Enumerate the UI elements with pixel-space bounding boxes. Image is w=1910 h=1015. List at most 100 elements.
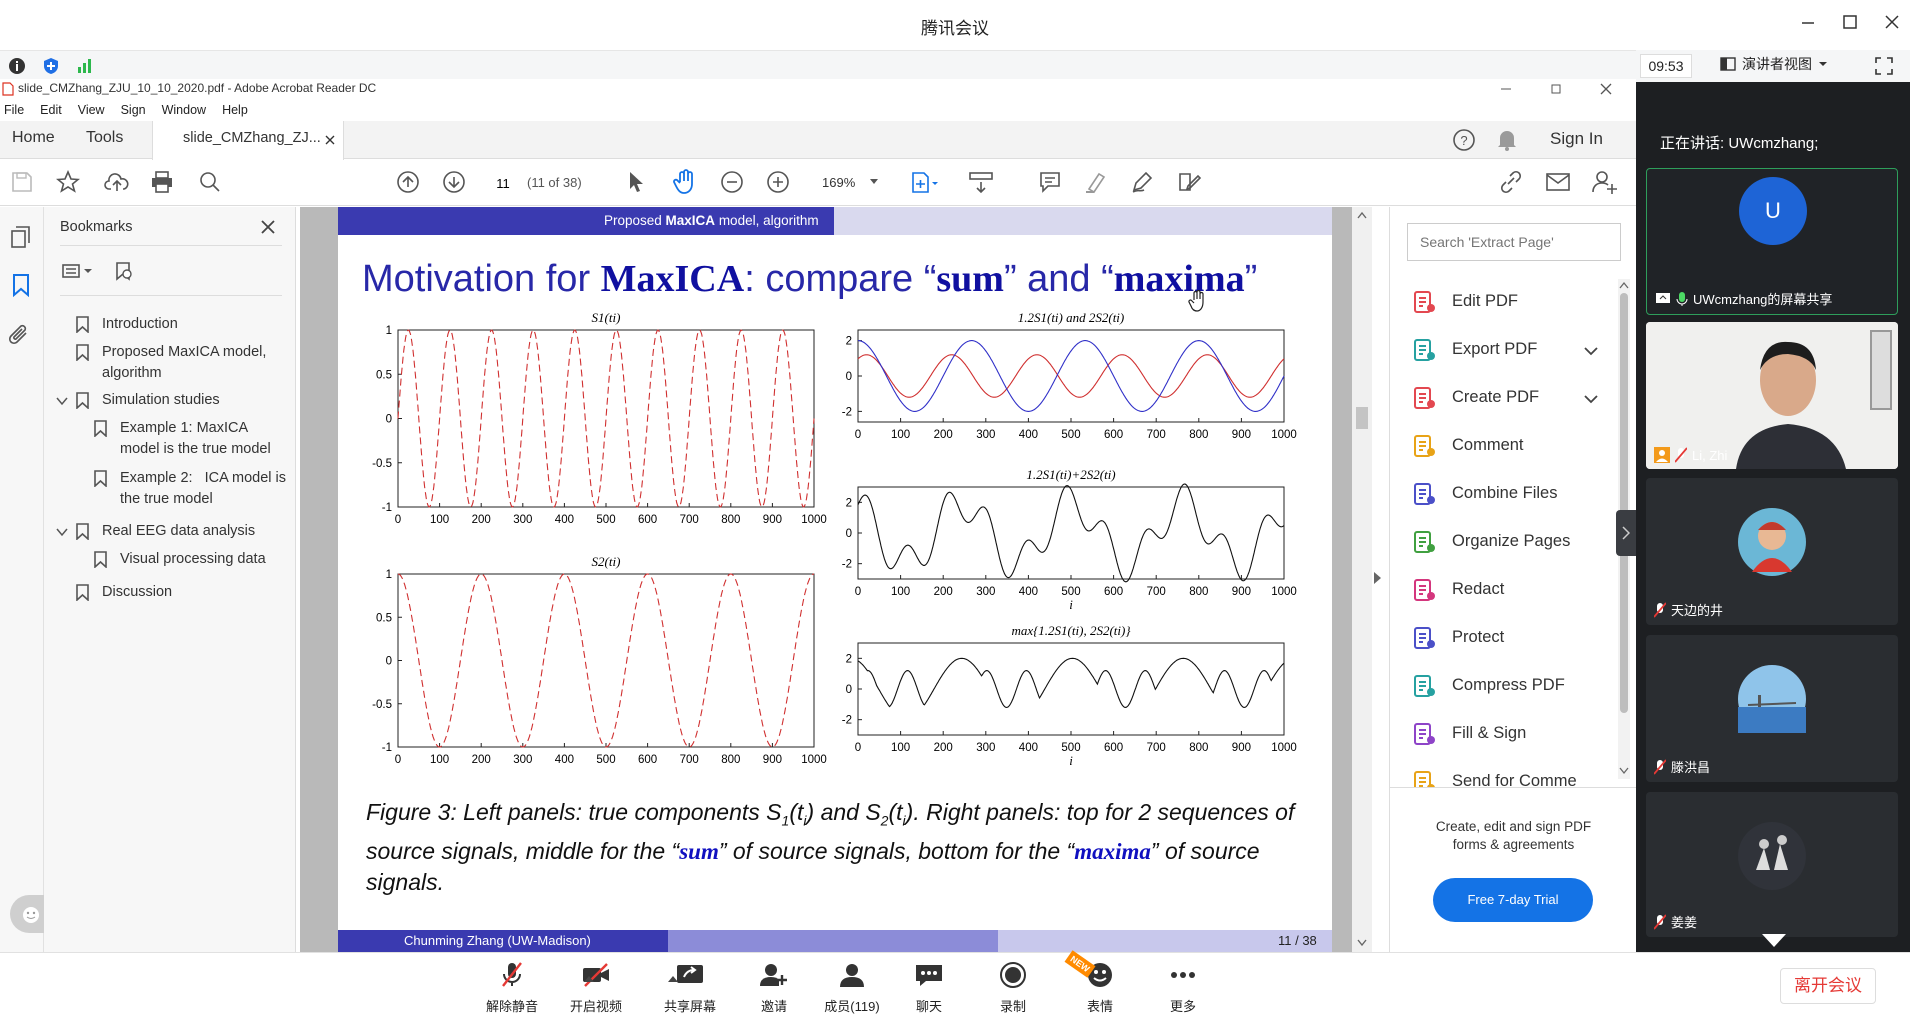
scroll-up-icon[interactable] — [1619, 281, 1629, 289]
zoom-in-icon[interactable] — [766, 170, 790, 194]
sign-in-button[interactable]: Sign In — [1550, 129, 1603, 149]
close-panel-icon[interactable] — [260, 219, 276, 235]
mic-options-chevron-icon[interactable] — [584, 975, 594, 982]
participant-tile[interactable]: U UWcmzhang的屏幕共享 — [1646, 168, 1898, 315]
signal-icon[interactable] — [76, 57, 94, 75]
menu-file[interactable]: File — [4, 103, 24, 117]
meeting-button-more[interactable]: 更多 — [1148, 961, 1218, 1015]
tab-close-icon[interactable] — [325, 135, 335, 145]
edit-sign-icon[interactable] — [1176, 170, 1202, 194]
new-bookmark-icon[interactable] — [114, 261, 134, 281]
scroll-down-icon[interactable] — [1619, 767, 1629, 775]
shield-icon[interactable] — [42, 57, 60, 75]
chevron-down-icon[interactable] — [1584, 346, 1598, 356]
bookmark-proposed-line2[interactable]: algorithm — [102, 363, 162, 384]
zoom-level[interactable]: 169% — [822, 175, 855, 190]
zoom-out-icon[interactable] — [720, 170, 744, 194]
meeting-button-invite[interactable]: 邀请 — [739, 961, 809, 1015]
expand-chevron-icon[interactable] — [56, 527, 68, 537]
tool-fill-sign[interactable]: Fill & Sign — [1452, 724, 1526, 743]
page-number-input[interactable] — [488, 172, 518, 194]
tool-create-pdf[interactable]: Create PDF — [1452, 388, 1539, 407]
bookmark-options-icon[interactable] — [62, 263, 94, 279]
add-user-icon[interactable] — [1592, 170, 1618, 194]
comment-tool-icon[interactable] — [1038, 170, 1062, 194]
fullscreen-icon[interactable] — [1874, 56, 1894, 76]
info-icon[interactable] — [8, 57, 26, 75]
tool-combine-files[interactable]: Combine Files — [1452, 484, 1557, 503]
scrollbar-thumb[interactable] — [1356, 407, 1368, 429]
attachment-icon[interactable] — [8, 323, 32, 349]
tool-comment[interactable]: Comment — [1452, 436, 1524, 455]
tab-home[interactable]: Home — [12, 129, 55, 147]
menu-sign[interactable]: Sign — [121, 103, 146, 117]
scroll-down-icon[interactable] — [1357, 939, 1367, 947]
tool-protect[interactable]: Protect — [1452, 628, 1504, 647]
scroll-up-icon[interactable] — [1357, 211, 1367, 219]
tool-export-pdf[interactable]: Export PDF — [1452, 340, 1537, 359]
acrobat-close-icon[interactable] — [1600, 83, 1612, 95]
menu-help[interactable]: Help — [222, 103, 248, 117]
tool-redact[interactable]: Redact — [1452, 580, 1504, 599]
leave-meeting-button[interactable]: 离开会议 — [1780, 968, 1876, 1004]
meeting-button-mic-muted[interactable]: 解除静音 — [477, 961, 547, 1015]
bookmark-proposed[interactable]: Proposed MaxICA model, — [102, 342, 266, 363]
bookmark-example2-line2[interactable]: the true model — [120, 489, 213, 510]
menu-window[interactable]: Window — [162, 103, 206, 117]
tool-compress-pdf[interactable]: Compress PDF — [1452, 676, 1565, 695]
emoji-reaction-icon[interactable] — [22, 906, 40, 924]
zoom-dropdown-icon[interactable] — [870, 179, 878, 185]
menu-view[interactable]: View — [78, 103, 105, 117]
chevron-down-icon[interactable] — [1584, 394, 1598, 404]
expand-chevron-icon[interactable] — [56, 396, 68, 406]
save-icon[interactable] — [10, 170, 34, 194]
bookmark-eeg[interactable]: Real EEG data analysis — [102, 521, 255, 542]
help-icon[interactable]: ? — [1452, 128, 1476, 152]
meeting-button-video-off[interactable]: 开启视频 — [561, 961, 631, 1015]
hand-tool-icon[interactable] — [672, 168, 698, 196]
tool-organize-pages[interactable]: Organize Pages — [1452, 532, 1570, 551]
meeting-button-share-screen[interactable]: 共享屏幕 — [655, 961, 725, 1015]
meeting-button-record[interactable]: 录制 — [978, 961, 1048, 1015]
tab-tools[interactable]: Tools — [86, 129, 123, 147]
scroll-mode-icon[interactable] — [968, 170, 994, 194]
presenter-view-button[interactable]: 演讲者视图 — [1720, 54, 1828, 74]
document-scrollbar[interactable] — [1352, 207, 1372, 952]
acrobat-maximize-icon[interactable] — [1550, 83, 1562, 95]
participant-tile[interactable]: 天边的井 — [1646, 478, 1898, 625]
upload-cloud-icon[interactable] — [104, 170, 130, 194]
free-trial-button[interactable]: Free 7-day Trial — [1433, 878, 1593, 922]
page-fit-icon[interactable] — [910, 170, 940, 194]
bookmark-visual[interactable]: Visual processing data — [120, 549, 266, 570]
maximize-icon[interactable] — [1842, 14, 1858, 30]
bookmark-example1-line2[interactable]: model is the true model — [120, 439, 271, 460]
video-options-chevron-icon[interactable] — [668, 975, 678, 982]
draw-pen-icon[interactable] — [1130, 170, 1154, 194]
minimize-icon[interactable] — [1800, 14, 1816, 30]
next-page-icon[interactable] — [442, 170, 466, 194]
scroll-down-participants-icon[interactable] — [1761, 933, 1787, 949]
highlight-icon[interactable] — [1084, 170, 1108, 194]
prev-page-icon[interactable] — [396, 170, 420, 194]
bookmark-example1[interactable]: Example 1: MaxICA — [120, 418, 248, 439]
tab-document[interactable]: slide_CMZhang_ZJ... — [152, 121, 344, 160]
tools-scrollbar-thumb[interactable] — [1620, 293, 1628, 713]
menu-edit[interactable]: Edit — [40, 103, 62, 117]
bookmark-discussion[interactable]: Discussion — [102, 582, 172, 603]
acrobat-minimize-icon[interactable] — [1500, 83, 1512, 95]
bookmark-panel-icon[interactable] — [12, 273, 30, 297]
bookmark-simulation[interactable]: Simulation studies — [102, 390, 220, 411]
tools-search-input[interactable] — [1407, 223, 1621, 261]
bookmark-example2[interactable]: Example 2: ICA model is — [120, 468, 286, 489]
page-thumbnails-icon[interactable] — [10, 225, 32, 249]
print-icon[interactable] — [150, 170, 174, 194]
sidebar-toggle[interactable] — [1616, 510, 1636, 556]
zoom-search-icon[interactable] — [198, 170, 222, 194]
meeting-button-chat[interactable]: 聊天 — [894, 961, 964, 1015]
email-icon[interactable] — [1546, 172, 1570, 192]
select-cursor-icon[interactable] — [626, 170, 646, 194]
share-link-icon[interactable] — [1498, 170, 1524, 194]
tool-edit-pdf[interactable]: Edit PDF — [1452, 292, 1518, 311]
participant-tile[interactable]: 姜姜 — [1646, 792, 1898, 937]
expand-right-icon[interactable] — [1374, 572, 1382, 584]
